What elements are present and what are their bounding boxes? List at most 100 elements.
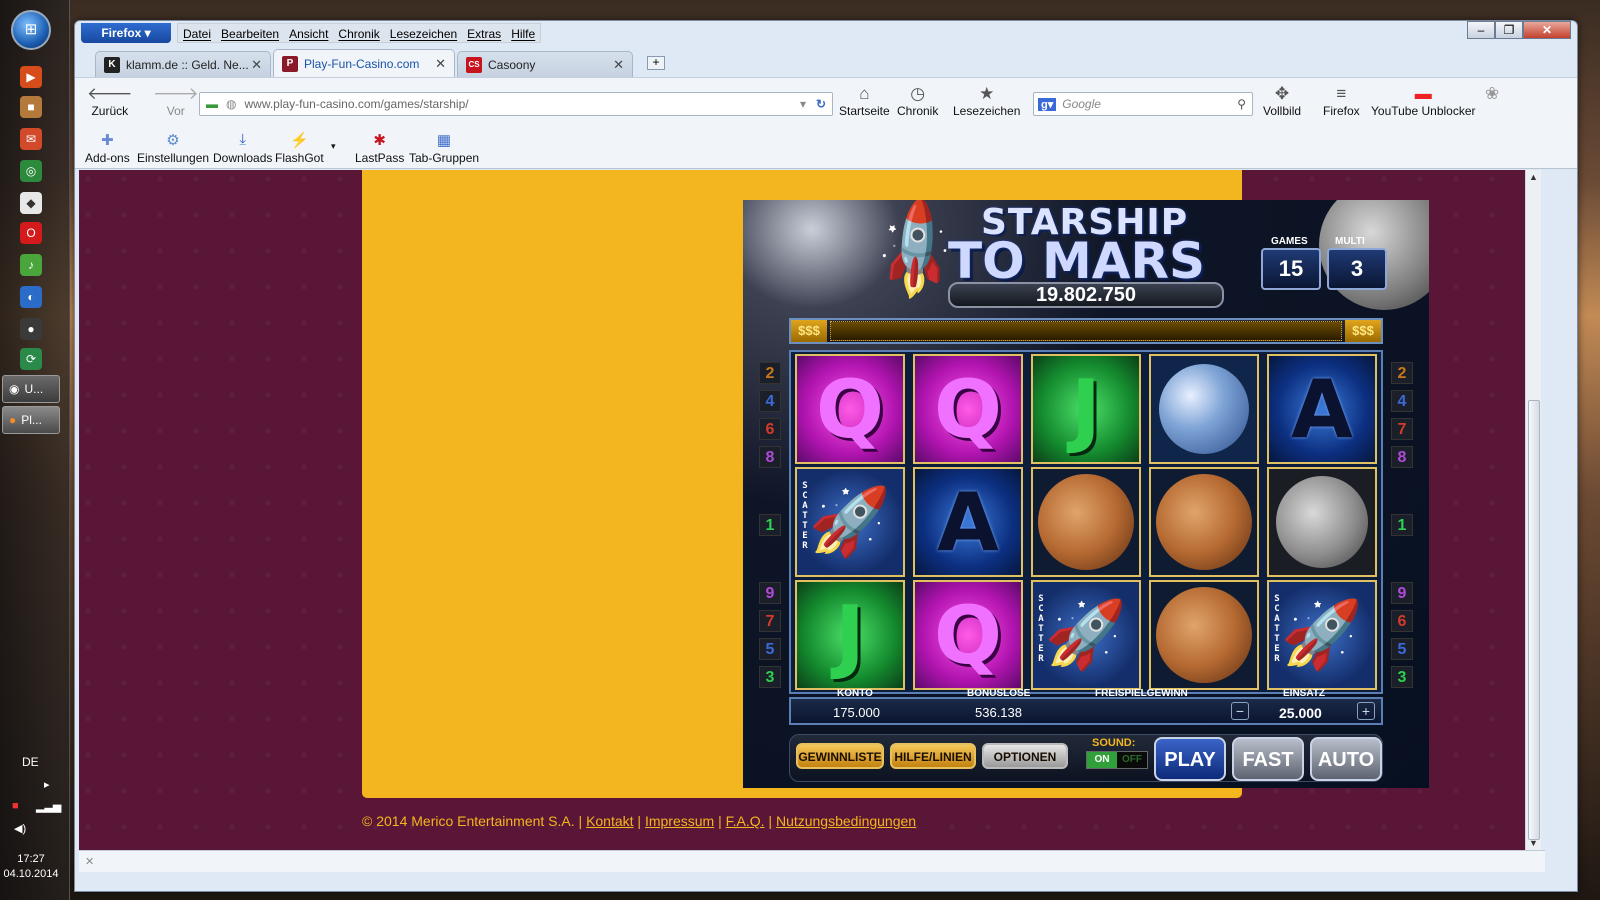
sync-icon[interactable]: ⟳ xyxy=(20,348,42,370)
menu-hilfe[interactable]: Hilfe xyxy=(506,24,540,42)
start-button[interactable]: ⊞ xyxy=(11,10,51,50)
firefox-menu-toolbar-button[interactable]: ≡ Firefox xyxy=(1323,84,1360,118)
forward-button[interactable]: 🡒 Vor xyxy=(153,84,199,118)
payline-number-4[interactable]: 4 xyxy=(759,390,781,412)
tab-klamm[interactable]: K klamm.de :: Geld. Ne... ✕ xyxy=(95,51,271,77)
sound-on[interactable]: ON xyxy=(1087,752,1117,768)
new-tab-button[interactable]: + xyxy=(647,56,665,70)
vertical-scrollbar[interactable]: ▲ ▼ xyxy=(1525,170,1541,850)
language-indicator[interactable]: DE xyxy=(22,755,39,769)
payline-number-2[interactable]: 2 xyxy=(759,362,781,384)
flashgot-button[interactable]: ⚡ FlashGot xyxy=(275,131,324,165)
faq-link[interactable]: F.A.Q. xyxy=(726,813,765,829)
payline-number-7[interactable]: 7 xyxy=(759,610,781,632)
scroll-down-icon[interactable]: ▼ xyxy=(1529,838,1538,848)
play-button[interactable]: PLAY xyxy=(1154,737,1226,781)
fast-button[interactable]: FAST xyxy=(1232,737,1304,781)
google-icon[interactable]: g▾ xyxy=(1038,97,1057,111)
payline-number-9[interactable]: 9 xyxy=(759,582,781,604)
menu-chronik[interactable]: Chronik xyxy=(333,24,384,42)
home-button[interactable]: ⌂ Startseite xyxy=(839,84,890,118)
globe-icon[interactable]: ◎ xyxy=(20,160,42,182)
menu-lesezeichen[interactable]: Lesezeichen xyxy=(385,24,462,42)
payline-number-1[interactable]: 1 xyxy=(1391,514,1413,536)
close-tab-icon[interactable]: ✕ xyxy=(251,57,262,73)
search-icon[interactable]: ⚲ xyxy=(1237,97,1246,111)
payline-number-8[interactable]: 8 xyxy=(1391,446,1413,468)
scrollbar-thumb[interactable] xyxy=(1528,400,1540,840)
fullscreen-button[interactable]: ✥ Vollbild xyxy=(1263,84,1301,118)
tab-casoony[interactable]: CS Casoony ✕ xyxy=(457,51,633,77)
tray-app-icon[interactable]: ■ xyxy=(12,800,19,812)
history-button[interactable]: ◷ Chronik xyxy=(897,84,938,118)
taskbar-task-1[interactable]: ● Pl... xyxy=(2,406,60,434)
sound-toggle[interactable]: ON OFF xyxy=(1086,751,1148,769)
menu-bearbeiten[interactable]: Bearbeiten xyxy=(216,24,284,42)
close-tab-icon[interactable]: ✕ xyxy=(613,57,624,73)
sound-off[interactable]: OFF xyxy=(1117,752,1147,768)
payline-number-9[interactable]: 9 xyxy=(1391,582,1413,604)
einsatz-value: 25.000 xyxy=(1279,705,1322,721)
music-icon[interactable]: ♪ xyxy=(20,254,42,276)
firefox-menu-button[interactable]: Firefox ▾ xyxy=(81,23,171,43)
youtube-unblocker-button[interactable]: ▬ YouTube Unblocker xyxy=(1371,84,1476,118)
payline-number-1[interactable]: 1 xyxy=(759,514,781,536)
taskbar-task-0[interactable]: ◉ U... xyxy=(2,375,60,403)
minimize-button[interactable]: ‒ xyxy=(1467,21,1495,39)
site-identity-icon[interactable]: ◍ xyxy=(226,97,236,111)
kontakt-link[interactable]: Kontakt xyxy=(586,813,633,829)
payline-number-6[interactable]: 6 xyxy=(759,418,781,440)
address-bar[interactable]: ▬ ◍ www.play-fun-casino.com/games/starsh… xyxy=(199,92,833,116)
bet-increase-button[interactable]: + xyxy=(1357,702,1375,720)
tab-groups-button[interactable]: ▦ Tab-Gruppen xyxy=(409,131,479,165)
tray-expand-icon[interactable]: ▸ xyxy=(44,778,50,791)
bookmarks-button[interactable]: ★ Lesezeichen xyxy=(953,84,1020,118)
reload-icon[interactable]: ↻ xyxy=(816,97,826,111)
payline-number-6[interactable]: 6 xyxy=(1391,610,1413,632)
lastpass-button[interactable]: ✱ LastPass xyxy=(355,131,404,165)
close-addon-bar-icon[interactable]: ✕ xyxy=(85,856,94,868)
flashgot-dropdown[interactable]: ▾ xyxy=(331,141,336,152)
payline-number-5[interactable]: 5 xyxy=(1391,638,1413,660)
volume-icon[interactable]: ◀) xyxy=(14,822,26,835)
close-tab-icon[interactable]: ✕ xyxy=(435,56,446,72)
bet-decrease-button[interactable]: − xyxy=(1231,702,1249,720)
gewinnliste-button[interactable]: GEWINNLISTE xyxy=(796,743,884,769)
opera-icon[interactable]: O xyxy=(20,222,42,244)
addons-button[interactable]: ✚ Add-ons xyxy=(85,131,130,165)
back-button[interactable]: 🡐 Zurück xyxy=(87,84,133,118)
payline-number-5[interactable]: 5 xyxy=(759,638,781,660)
browser-icon[interactable]: ◐ xyxy=(20,286,42,308)
payline-number-3[interactable]: 3 xyxy=(1391,666,1413,688)
downloads-button[interactable]: ⤓ Downloads xyxy=(213,131,272,165)
nutzungsbedingungen-link[interactable]: Nutzungsbedingungen xyxy=(776,813,916,829)
app-launcher-icon[interactable]: ■ xyxy=(20,96,42,118)
search-bar[interactable]: g▾ Google ⚲ xyxy=(1033,92,1253,116)
security-icon[interactable]: ● xyxy=(20,318,42,340)
clock[interactable]: 17:27 04.10.2014 xyxy=(0,852,62,882)
network-signal-icon[interactable]: ▂▃▅ xyxy=(36,800,61,813)
payline-number-4[interactable]: 4 xyxy=(1391,390,1413,412)
tool-icon[interactable]: ◆ xyxy=(20,192,42,214)
scroll-up-icon[interactable]: ▲ xyxy=(1529,172,1538,182)
tab-play-fun-casino[interactable]: P Play-Fun-Casino.com ✕ xyxy=(273,49,455,77)
menu-datei[interactable]: Datei xyxy=(178,24,216,42)
extension-button[interactable]: ❀ xyxy=(1485,84,1499,104)
mail-icon[interactable]: ✉ xyxy=(20,128,42,150)
hilfe-linien-button[interactable]: HILFE/LINIEN xyxy=(890,743,976,769)
maximize-button[interactable]: ❐ xyxy=(1495,21,1523,39)
url-dropdown-icon[interactable]: ▾ xyxy=(800,97,806,111)
settings-button[interactable]: ⚙ Einstellungen xyxy=(137,131,209,165)
payline-number-3[interactable]: 3 xyxy=(759,666,781,688)
impressum-link[interactable]: Impressum xyxy=(645,813,714,829)
menu-extras[interactable]: Extras xyxy=(462,24,506,42)
payline-number-2[interactable]: 2 xyxy=(1391,362,1413,384)
close-window-button[interactable]: ✕ xyxy=(1523,21,1571,39)
media-player-icon[interactable]: ▶ xyxy=(20,66,42,88)
payline-number-7[interactable]: 7 xyxy=(1391,418,1413,440)
payline-number-8[interactable]: 8 xyxy=(759,446,781,468)
auto-button[interactable]: AUTO xyxy=(1310,737,1382,781)
fullscreen-label: Vollbild xyxy=(1263,104,1302,118)
optionen-button[interactable]: OPTIONEN xyxy=(982,743,1068,769)
menu-ansicht[interactable]: Ansicht xyxy=(284,24,333,42)
